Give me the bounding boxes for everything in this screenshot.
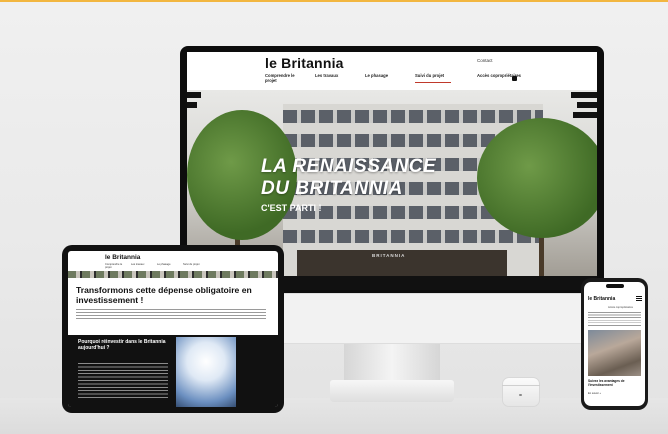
main-nav: Comprendre le projet Les travaux Le phas… [265,73,451,83]
decor-stripe [577,102,597,108]
airpods-case [502,377,540,407]
hero-title-line-1: LA RENAISSANCE [261,156,437,177]
tablet-nav-item[interactable]: Suivi du projet [183,263,201,269]
tablet-sky-image [176,337,236,407]
tablet-nav: Comprendre le projet Les travaux Le phas… [105,263,201,269]
ipad-screen: le Britannia Comprendre le projet Les tr… [68,251,278,407]
tablet-header-photo [68,271,278,278]
tablet-nav-item[interactable]: Comprendre le projet [105,263,123,269]
top-accent-line [0,0,668,2]
nav-item-travaux[interactable]: Les travaux [315,73,351,83]
tablet-paragraph [76,309,266,319]
site-logo[interactable]: le Britannia [265,55,344,71]
imac-stand-neck [344,344,440,382]
hero-subtitle: C'EST PARTI ! [261,203,322,213]
imac-stand-foot [330,380,454,402]
decor-stripe [573,112,597,118]
decor-stripe [571,92,597,98]
lock-icon[interactable] [512,76,517,81]
tablet-nav-item[interactable]: Les travaux [131,263,149,269]
nav-item-comprendre[interactable]: Comprendre le projet [265,73,301,83]
tablet-nav-item[interactable]: Le phasage [157,263,175,269]
storefront-sign: BRITANNIA [372,253,406,258]
site-header: le Britannia Comprendre le projet Les tr… [187,52,597,90]
hero-title-line-2: DU BRITANNIA [261,178,403,199]
tablet-dark-text [78,363,168,399]
phone-caption: Suivez les avantages de l'investissement [588,379,625,387]
decor-stripe [187,102,197,108]
airpods-led [519,394,522,396]
hamburger-menu-icon[interactable] [636,296,642,301]
nav-item-suivi[interactable]: Suivi du projet [415,73,451,83]
tablet-dark-title: Pourquoi réinvestir dans le Britannia au… [78,339,166,352]
hero-title: LA RENAISSANCE DU BRITANNIA [261,156,436,200]
phone-aerial-photo [588,330,641,376]
phone-more-button[interactable]: En savoir + [588,392,601,395]
contact-link[interactable]: Contact [477,58,493,63]
phone-site-logo[interactable]: le Britannia [588,296,615,302]
airpods-lid-seam [502,385,540,386]
tree-right [477,118,597,238]
facade-windows [283,230,543,243]
nav-item-phasage[interactable]: Le phasage [365,73,401,83]
tablet-site-logo[interactable]: le Britannia [105,254,140,261]
phone-intro-text [588,312,641,326]
phone-screen: le Britannia Accès copropriétaires Suive… [584,282,645,406]
tablet-heading: Transformons cette dépense obligatoire e… [76,285,252,305]
phone-owner-access-link[interactable]: Accès copropriétaires [608,306,633,309]
facade-windows [283,110,543,123]
phone-dynamic-island [606,284,624,288]
decor-stripe [187,92,201,98]
